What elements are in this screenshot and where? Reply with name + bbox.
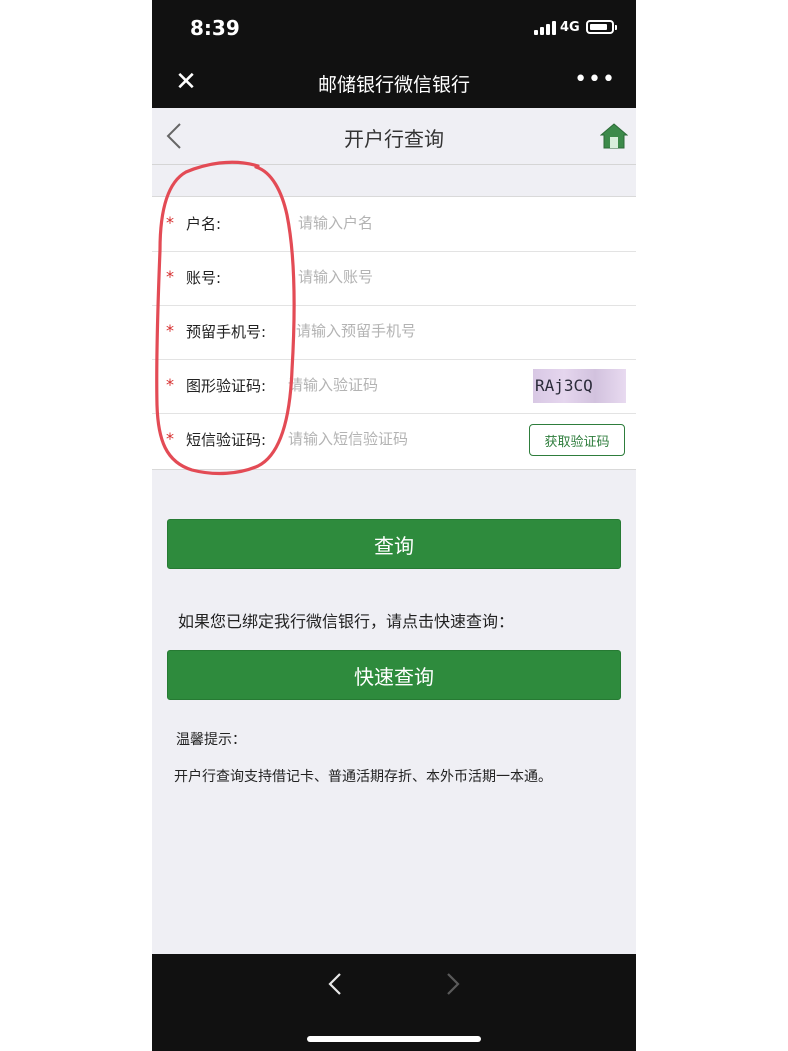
- required-mark: *: [166, 429, 174, 448]
- page-header: 开户行查询: [152, 108, 636, 165]
- tips-title: 温馨提示：: [176, 732, 246, 748]
- field-label: 预留手机号:: [186, 323, 267, 341]
- get-sms-code-button[interactable]: 获取验证码: [529, 424, 625, 456]
- required-mark: *: [166, 375, 174, 394]
- captcha-image[interactable]: RAj3CQ: [533, 369, 626, 403]
- required-mark: *: [166, 267, 174, 286]
- nav-title: 邮储银行微信银行: [317, 74, 470, 96]
- tips-text: 开户行查询支持借记卡、普通活期存折、本外币活期一本通。: [174, 769, 552, 785]
- form-row-phone: * 预留手机号:: [152, 305, 636, 360]
- sms-code-input[interactable]: [288, 427, 518, 451]
- account-number-input[interactable]: [298, 265, 618, 289]
- wechat-nav-bar: ✕ 邮储银行微信银行 •••: [152, 58, 636, 108]
- phone-screen: 8:39 4G ✕ 邮储银行微信银行 ••• 开户行查询 * 户名: * 账号:: [152, 0, 636, 1051]
- form-row-account-number: * 账号:: [152, 251, 636, 306]
- status-time: 8:39: [190, 16, 240, 40]
- form-row-account-name: * 户名:: [152, 197, 636, 252]
- chevron-left-icon[interactable]: [324, 970, 346, 998]
- status-bar: 8:39 4G: [152, 0, 636, 58]
- form-row-captcha: * 图形验证码: RAj3CQ: [152, 359, 636, 414]
- more-dots-icon[interactable]: •••: [574, 68, 616, 92]
- field-label: 短信验证码:: [186, 431, 267, 449]
- captcha-input[interactable]: [288, 373, 518, 397]
- field-label: 账号:: [186, 269, 222, 287]
- home-icon[interactable]: [600, 122, 628, 150]
- network-type: 4G: [560, 20, 580, 35]
- required-mark: *: [166, 213, 174, 232]
- form-row-sms: * 短信验证码: 获取验证码: [152, 413, 636, 467]
- battery-icon: [586, 20, 617, 34]
- home-indicator[interactable]: [307, 1036, 481, 1042]
- query-form: * 户名: * 账号: * 预留手机号: * 图形验证码: RAj3CQ * 短…: [152, 196, 636, 470]
- fast-query-button[interactable]: 快速查询: [167, 650, 621, 700]
- chevron-right-icon: [447, 973, 460, 995]
- required-mark: *: [166, 321, 174, 340]
- query-button[interactable]: 查询: [167, 519, 621, 569]
- page-title: 开户行查询: [344, 127, 444, 151]
- account-name-input[interactable]: [298, 211, 618, 235]
- signal-icon: [534, 21, 556, 35]
- field-label: 户名:: [186, 215, 222, 233]
- bind-tip-text: 如果您已绑定我行微信银行，请点击快速查询：: [178, 612, 515, 631]
- phone-input[interactable]: [296, 319, 616, 343]
- field-label: 图形验证码:: [186, 377, 267, 395]
